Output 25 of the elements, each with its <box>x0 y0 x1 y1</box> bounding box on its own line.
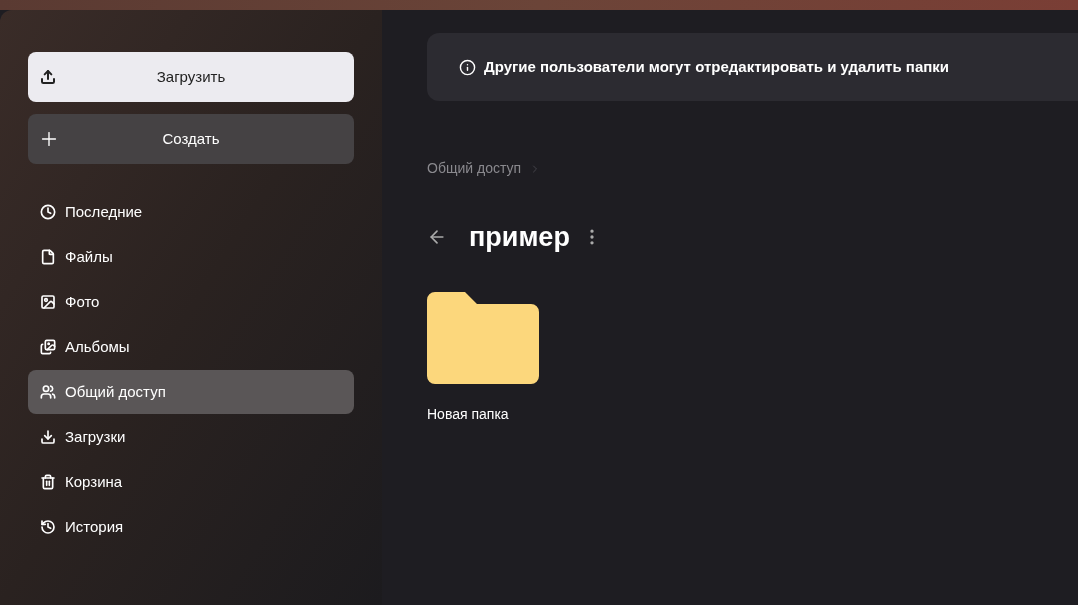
sidebar-item[interactable]: Корзина <box>28 460 354 504</box>
sidebar-item[interactable]: Общий доступ <box>28 370 354 414</box>
banner-text: Другие пользователи могут отредактировать и удалить папки <box>484 56 950 77</box>
folder-name[interactable]: Новая папка <box>427 403 509 425</box>
sidebar-item[interactable]: Фото <box>28 280 354 324</box>
trash-icon <box>40 474 56 490</box>
download-icon <box>40 429 56 445</box>
create-button[interactable]: Создать <box>28 114 354 164</box>
upload-button[interactable]: Загрузить <box>28 52 354 102</box>
sidebar-item[interactable]: Последние <box>28 190 354 234</box>
clock-icon <box>40 204 56 220</box>
album-icon <box>40 339 56 355</box>
sidebar-item[interactable]: Альбомы <box>28 325 354 369</box>
folder-icon[interactable] <box>427 291 539 384</box>
image-icon <box>40 294 56 310</box>
folder-title: пример <box>469 221 570 254</box>
people-icon <box>40 384 56 400</box>
info-icon <box>459 58 476 76</box>
file-icon <box>40 249 56 265</box>
breadcrumb-link[interactable]: Общий доступ <box>427 158 522 179</box>
sidebar-item[interactable]: История <box>28 505 354 549</box>
sidebar-item[interactable]: Файлы <box>28 235 354 279</box>
history-icon <box>40 519 56 535</box>
upload-icon <box>40 69 56 85</box>
sidebar-item[interactable]: Загрузки <box>28 415 354 459</box>
